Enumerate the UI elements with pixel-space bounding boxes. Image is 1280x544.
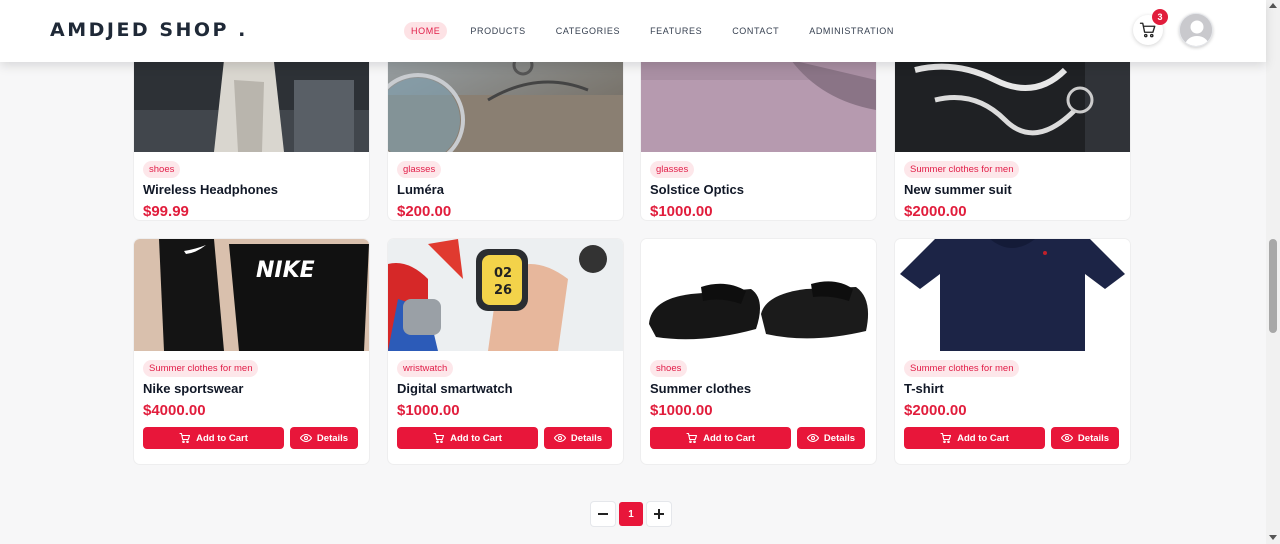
product-image[interactable]: [641, 239, 876, 351]
category-tag[interactable]: glasses: [397, 161, 442, 178]
add-to-cart-label: Add to Cart: [450, 432, 502, 444]
nav-products[interactable]: PRODUCTS: [463, 22, 532, 40]
product-title[interactable]: Nike sportswear: [143, 381, 243, 396]
product-price: $1000.00: [397, 402, 460, 419]
nav-features[interactable]: FEATURES: [643, 22, 709, 40]
slides-photo: [641, 239, 876, 351]
add-to-cart-label: Add to Cart: [196, 432, 248, 444]
user-avatar-icon: [1180, 14, 1212, 46]
product-price: $4000.00: [143, 402, 206, 419]
details-button[interactable]: Details: [544, 427, 612, 449]
product-card: glasses Solstice Optics $1000.00 Add to …: [641, 40, 876, 220]
details-button[interactable]: Details: [290, 427, 358, 449]
category-tag[interactable]: shoes: [650, 360, 688, 377]
scroll-down-arrow-icon[interactable]: [1269, 535, 1277, 540]
tshirt-photo: [895, 239, 1130, 351]
category-tag[interactable]: wristwatch: [397, 360, 454, 377]
details-label: Details: [316, 432, 349, 444]
product-image[interactable]: [895, 239, 1130, 351]
add-to-cart-label: Add to Cart: [703, 432, 755, 444]
pagination: 1: [591, 502, 671, 526]
product-card: NIKE Summer clothes for men Nike sportsw…: [134, 239, 369, 464]
main-nav: HOME PRODUCTS CATEGORIES FEATURES CONTAC…: [404, 22, 917, 40]
eye-icon: [553, 433, 566, 443]
nike-print: NIKE: [256, 258, 315, 283]
details-button[interactable]: Details: [1051, 427, 1119, 449]
product-title[interactable]: New summer suit: [904, 182, 1012, 197]
cart-icon: [433, 432, 445, 444]
category-tag[interactable]: glasses: [650, 161, 695, 178]
shop-logo[interactable]: AMDJED SHOP .: [50, 19, 248, 41]
product-title[interactable]: Digital smartwatch: [397, 381, 513, 396]
add-to-cart-label: Add to Cart: [957, 432, 1009, 444]
product-title[interactable]: Wireless Headphones: [143, 182, 278, 197]
scrollbar-thumb[interactable]: [1269, 239, 1277, 333]
product-image[interactable]: NIKE: [134, 239, 369, 351]
product-card: 02 26 wristwatch Digital smartwatch $1000…: [388, 239, 623, 464]
nav-administration[interactable]: ADMINISTRATION: [802, 22, 901, 40]
scroll-up-arrow-icon[interactable]: [1269, 3, 1277, 8]
details-label: Details: [823, 432, 856, 444]
watch-minute: 26: [494, 283, 512, 298]
details-label: Details: [1077, 432, 1110, 444]
cart-button[interactable]: 3: [1133, 9, 1168, 45]
category-tag[interactable]: Summer clothes for men: [904, 161, 1020, 178]
details-button[interactable]: Details: [797, 427, 865, 449]
cart-icon: [179, 432, 191, 444]
nav-categories[interactable]: CATEGORIES: [549, 22, 627, 40]
vertical-scrollbar[interactable]: [1266, 0, 1280, 544]
minus-icon: [598, 513, 608, 515]
current-page[interactable]: 1: [619, 502, 643, 526]
product-title[interactable]: Solstice Optics: [650, 182, 744, 197]
product-card: Summer clothes for men New summer suit $…: [895, 40, 1130, 220]
nike-shirt-photo: NIKE: [134, 239, 369, 351]
cart-icon: [686, 432, 698, 444]
product-card: glasses Luméra $200.00 Add to Cart Detai…: [388, 40, 623, 220]
prev-page-button[interactable]: [591, 502, 615, 526]
product-title[interactable]: Luméra: [397, 182, 444, 197]
category-tag[interactable]: shoes: [143, 161, 181, 178]
category-tag[interactable]: Summer clothes for men: [904, 360, 1020, 377]
nav-contact[interactable]: CONTACT: [725, 22, 786, 40]
product-price: $2000.00: [904, 203, 967, 220]
add-to-cart-button[interactable]: Add to Cart: [143, 427, 284, 449]
add-to-cart-button[interactable]: Add to Cart: [397, 427, 538, 449]
cart-icon: [940, 432, 952, 444]
eye-icon: [299, 433, 312, 443]
top-navbar: AMDJED SHOP . HOME PRODUCTS CATEGORIES F…: [0, 0, 1266, 62]
eye-icon: [806, 433, 819, 443]
cart-count-badge: 3: [1152, 9, 1168, 25]
product-card: Summer clothes for men T-shirt $2000.00 …: [895, 239, 1130, 464]
cart-icon: [1139, 22, 1156, 38]
product-price: $1000.00: [650, 402, 713, 419]
product-price: $200.00: [397, 203, 452, 220]
product-card: shoes Wireless Headphones $99.99 Add to …: [134, 40, 369, 220]
eye-icon: [1060, 433, 1073, 443]
product-title[interactable]: T-shirt: [904, 381, 944, 396]
product-price: $2000.00: [904, 402, 967, 419]
product-card: shoes Summer clothes $1000.00 Add to Car…: [641, 239, 876, 464]
add-to-cart-button[interactable]: Add to Cart: [904, 427, 1045, 449]
details-label: Details: [570, 432, 603, 444]
product-title[interactable]: Summer clothes: [650, 381, 751, 396]
smartwatch-photo: 0226: [388, 239, 623, 351]
product-image[interactable]: 02 26: [388, 239, 623, 351]
nav-home[interactable]: HOME: [404, 22, 448, 40]
product-price: $1000.00: [650, 203, 713, 220]
next-page-button[interactable]: [647, 502, 671, 526]
category-tag[interactable]: Summer clothes for men: [143, 360, 259, 377]
add-to-cart-button[interactable]: Add to Cart: [650, 427, 791, 449]
plus-icon: [654, 509, 664, 519]
product-price: $99.99: [143, 203, 189, 220]
user-avatar[interactable]: [1179, 13, 1213, 47]
watch-hour: 02: [494, 266, 512, 281]
